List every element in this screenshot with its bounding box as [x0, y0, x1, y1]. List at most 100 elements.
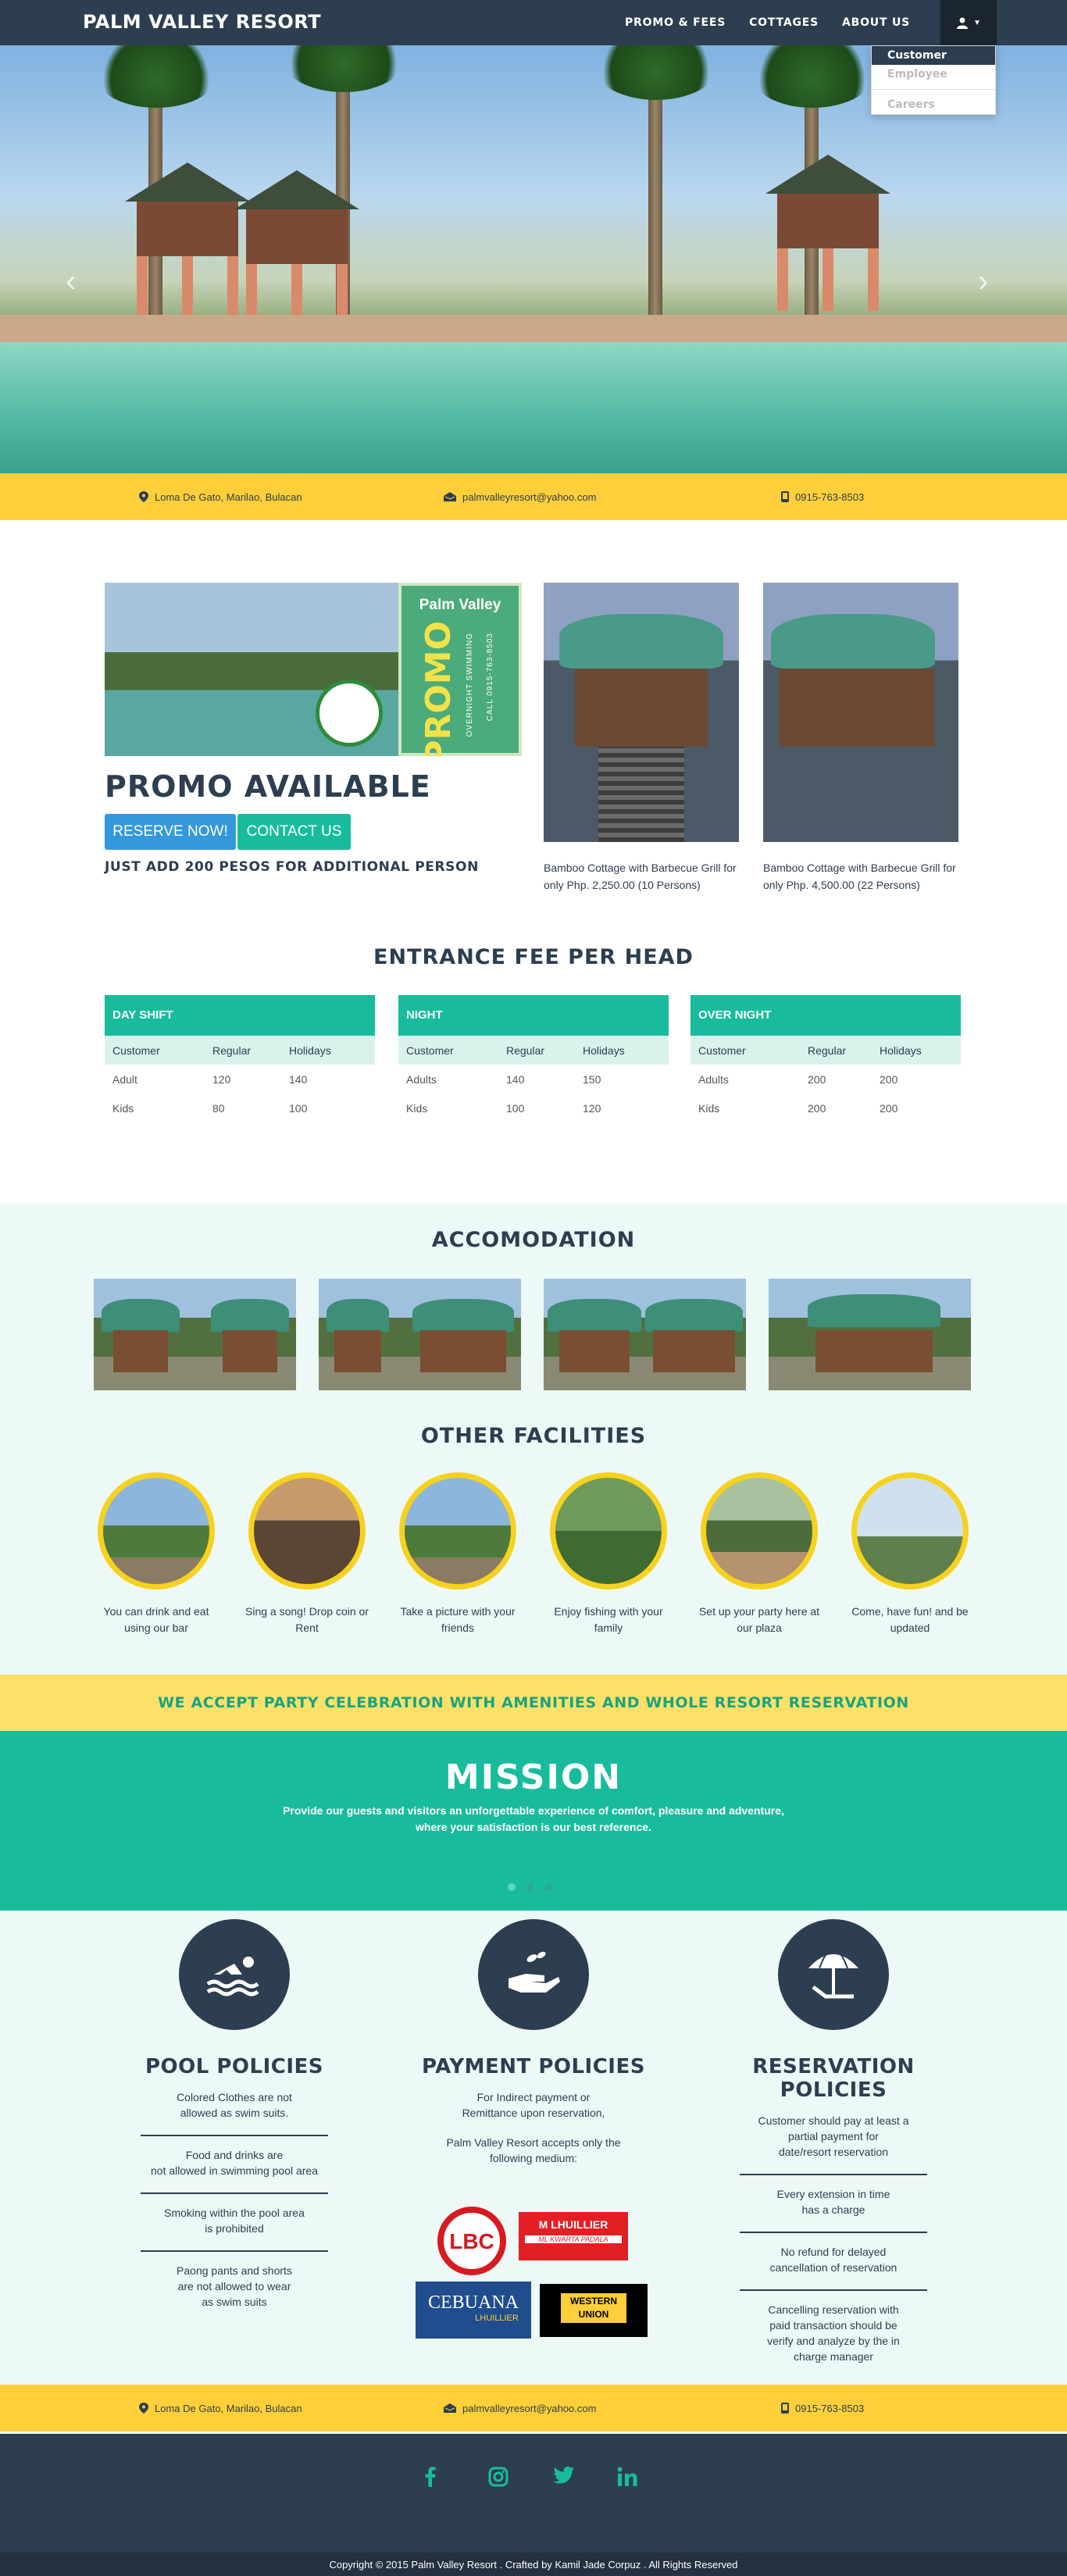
accommodation-title: ACCOMODATION [431, 1228, 636, 1252]
promo-sign-title: Palm Valley [419, 597, 501, 613]
mission-line: Provide our guests and visitors an unfor… [283, 1804, 784, 1817]
table-row: Adults 140 150 [398, 1065, 669, 1094]
lbc-logo-text: LBC [449, 2229, 494, 2253]
contact-phone: 0915-763-8503 [781, 491, 864, 503]
nav-link-promo-fees[interactable]: PROMO & FEES [625, 16, 726, 29]
email-text[interactable]: palmvalleyresort@yahoo.com [462, 2403, 596, 2414]
cottage-body [575, 669, 708, 747]
user-menu-toggle[interactable]: ▼ [940, 0, 997, 45]
col-header: Customer [112, 1044, 160, 1057]
accommodation-image[interactable] [319, 1279, 521, 1390]
footer [0, 2434, 1067, 2553]
fee-table-night: NIGHT Customer Regular Holidays Adults 1… [398, 995, 669, 1122]
user-dropdown-menu: Customer Employee Careers [871, 45, 996, 115]
table-cell: Adult [112, 1072, 137, 1086]
cottage-image [544, 583, 739, 842]
facility-caption: Take a picture with your friends [400, 1605, 516, 1634]
fee-table-header: NIGHT [398, 995, 669, 1036]
facility-item: Take a picture with your friends [391, 1472, 524, 1636]
cottage-roof [559, 614, 723, 669]
facilities-title: OTHER FACILITIES [420, 1424, 647, 1448]
fee-table-columns: Customer Regular Holidays [691, 1036, 961, 1065]
promo-note: JUST ADD 200 PESOS FOR ADDITIONAL PERSON [105, 859, 479, 875]
col-header: Holidays [289, 1044, 331, 1057]
pool-policies: POOL POLICIES Colored Clothes are not al… [105, 1919, 363, 2324]
user-icon [957, 17, 969, 29]
accommodation-image[interactable] [769, 1279, 971, 1390]
fees-title: ENTRANCE FEE PER HEAD [373, 945, 694, 969]
dropdown-item-employee[interactable]: Employee [872, 65, 995, 84]
carousel-next-icon[interactable]: › [978, 264, 988, 299]
cottage-bridge [598, 747, 684, 842]
brand-logo[interactable]: PALM VALLEY RESORT [83, 11, 321, 33]
table-cell: 200 [880, 1101, 898, 1115]
facility-image[interactable] [98, 1472, 215, 1589]
mobile-phone-icon [781, 2403, 789, 2414]
facility-item: Sing a song! Drop coin or Rent [241, 1472, 373, 1636]
mission-dot-active[interactable] [508, 1883, 516, 1891]
facebook-icon[interactable] [425, 2467, 436, 2487]
mission-dot[interactable] [526, 1883, 534, 1891]
facility-image[interactable] [248, 1472, 366, 1589]
facility-item: Enjoy fishing with your family [542, 1472, 675, 1636]
facility-caption: Set up your party here at our plaza [698, 1605, 820, 1634]
cebuana-logo: CEBUANA LHUILLIER [416, 2282, 531, 2339]
cottage-caption: Bamboo Cottage with Barbecue Grill for o… [763, 862, 956, 891]
reserve-now-button[interactable]: RESERVE NOW! [105, 814, 236, 850]
mission-title: MISSION [444, 1757, 623, 1797]
table-cell: Kids [698, 1101, 720, 1115]
promo-sign-call: CALL 0915-763-8503 [486, 633, 494, 722]
carousel-prev-icon[interactable]: ‹ [66, 264, 76, 299]
hut-roof [645, 1299, 743, 1332]
policy-item: No refund for delayed cancellation of re… [740, 2233, 927, 2291]
hut-roof [412, 1299, 514, 1332]
table-cell: Adults [698, 1072, 729, 1086]
accommodation-image[interactable] [94, 1279, 296, 1390]
linkedin-icon[interactable] [617, 2467, 637, 2487]
facility-caption: You can drink and eat using our bar [103, 1605, 209, 1634]
table-row: Kids 100 120 [398, 1094, 669, 1122]
mlhuillier-logo-text: M LHUILLIER [538, 2218, 608, 2231]
hut-roof [327, 1299, 389, 1332]
policy-item: Food and drinks are not allowed in swimm… [141, 2136, 328, 2194]
hand-coins-icon [478, 1919, 589, 2030]
contact-us-button[interactable]: CONTACT US [237, 814, 351, 850]
cottage-body [779, 669, 935, 747]
hut [234, 170, 359, 326]
cottage-image [763, 583, 958, 842]
mission-dot[interactable] [545, 1883, 553, 1891]
table-cell: Kids [406, 1101, 428, 1115]
twitter-icon[interactable] [553, 2467, 575, 2485]
hut-body [815, 1330, 933, 1372]
email-text[interactable]: palmvalleyresort@yahoo.com [462, 491, 596, 503]
facility-image[interactable] [701, 1472, 818, 1589]
contact-email: palmvalleyresort@yahoo.com [444, 2403, 596, 2414]
instagram-icon[interactable] [488, 2467, 509, 2487]
contact-email: palmvalleyresort@yahoo.com [444, 491, 596, 503]
lbc-logo: LBC [436, 2207, 519, 2275]
facility-image[interactable] [550, 1472, 667, 1589]
facility-caption: Come, have fun! and be updated [851, 1605, 969, 1634]
promo-sign-small: OVERNIGHT SWIMMING [466, 633, 474, 737]
facility-image[interactable] [399, 1472, 516, 1589]
col-header: Customer [406, 1044, 454, 1057]
dropdown-item-customer[interactable]: Customer [872, 46, 995, 65]
contact-phone: 0915-763-8503 [781, 2403, 864, 2414]
nav-link-about-us[interactable]: ABOUT US [842, 16, 910, 29]
table-cell: 120 [583, 1101, 601, 1115]
western-union-line: WESTERN [570, 2296, 617, 2307]
facility-caption: Sing a song! Drop coin or Rent [245, 1605, 369, 1634]
payment-policies: PAYMENT POLICIES For Indirect payment or… [405, 1919, 662, 2180]
promo-image: Palm Valley PROMO OVERNIGHT SWIMMING CAL… [105, 583, 522, 756]
promo-sign-big: PROMO [419, 621, 459, 756]
facility-image[interactable] [851, 1472, 969, 1589]
nav-link-cottages[interactable]: COTTAGES [749, 16, 819, 29]
table-cell: 80 [212, 1101, 225, 1115]
fee-table-columns: Customer Regular Holidays [398, 1036, 669, 1065]
mission-text: Provide our guests and visitors an unfor… [0, 1803, 1067, 1836]
contact-address: Loma De Gato, Marilao, Bulacan [139, 2403, 302, 2414]
table-row: Adults 200 200 [691, 1065, 961, 1094]
accommodation-image[interactable] [544, 1279, 746, 1390]
fee-table-overnight: OVER NIGHT Customer Regular Holidays Adu… [691, 995, 961, 1122]
dropdown-item-careers[interactable]: Careers [872, 95, 995, 114]
